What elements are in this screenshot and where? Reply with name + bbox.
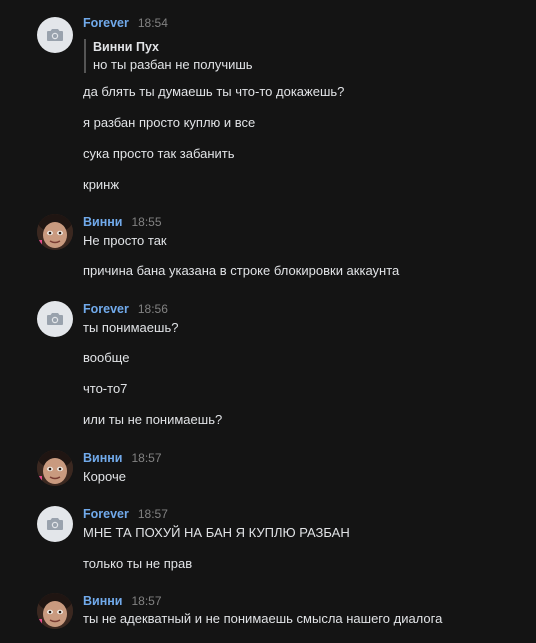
message-text: что-то7 <box>83 381 128 396</box>
message-header: Винни 18:57 <box>83 450 162 466</box>
author-link[interactable]: Forever <box>83 507 129 521</box>
message-time[interactable]: 18:56 <box>138 302 168 316</box>
message-header: Forever 18:56 <box>83 301 168 317</box>
author-link[interactable]: Винни <box>83 215 123 229</box>
author-link[interactable]: Forever <box>83 302 129 316</box>
message-time[interactable]: 18:57 <box>132 594 162 608</box>
message-header: Forever 18:54 <box>83 15 168 31</box>
camera-icon[interactable] <box>37 506 73 542</box>
message-time[interactable]: 18:57 <box>132 451 162 465</box>
message-text: я разбан просто куплю и все <box>83 115 256 130</box>
avatar[interactable] <box>37 450 73 486</box>
message-header: Винни 18:57 <box>83 593 162 609</box>
author-link[interactable]: Винни <box>83 594 123 608</box>
message-text: вообще <box>83 350 130 365</box>
quote-text: но ты разбан не получишь <box>93 57 253 72</box>
chat-history: Forever 18:54 Винни Пух но ты разбан не п… <box>0 0 536 643</box>
message-text: кринж <box>83 177 120 192</box>
message-text: да блять ты думаешь ты что-то докажешь? <box>83 84 345 99</box>
message-text: Не просто так <box>83 233 167 248</box>
message-time[interactable]: 18:55 <box>132 215 162 229</box>
camera-icon[interactable] <box>37 17 73 53</box>
message-text: сука просто так забанить <box>83 146 235 161</box>
author-link[interactable]: Винни <box>83 451 123 465</box>
message-time[interactable]: 18:54 <box>138 16 168 30</box>
camera-icon[interactable] <box>37 301 73 337</box>
message-header: Forever 18:57 <box>83 506 168 522</box>
message-text: ты понимаешь? <box>83 320 179 335</box>
quote-author: Винни Пух <box>93 40 160 54</box>
message-header: Винни 18:55 <box>83 214 162 230</box>
avatar[interactable] <box>37 214 73 250</box>
author-link[interactable]: Forever <box>83 16 129 30</box>
message-text: ты не адекватный и не понимаешь смысла н… <box>83 611 443 626</box>
message-text: или ты не понимаешь? <box>83 412 223 427</box>
message-text: МНЕ ТА ПОХУЙ НА БАН Я КУПЛЮ РАЗБАН <box>83 525 350 540</box>
avatar[interactable] <box>37 593 73 629</box>
reply-quote[interactable]: Винни Пух но ты разбан не получишь <box>84 39 253 73</box>
message-text: только ты не прав <box>83 556 193 571</box>
message-text: Короче <box>83 469 126 484</box>
message-time[interactable]: 18:57 <box>138 507 168 521</box>
message-text: причина бана указана в строке блокировки… <box>83 263 400 278</box>
